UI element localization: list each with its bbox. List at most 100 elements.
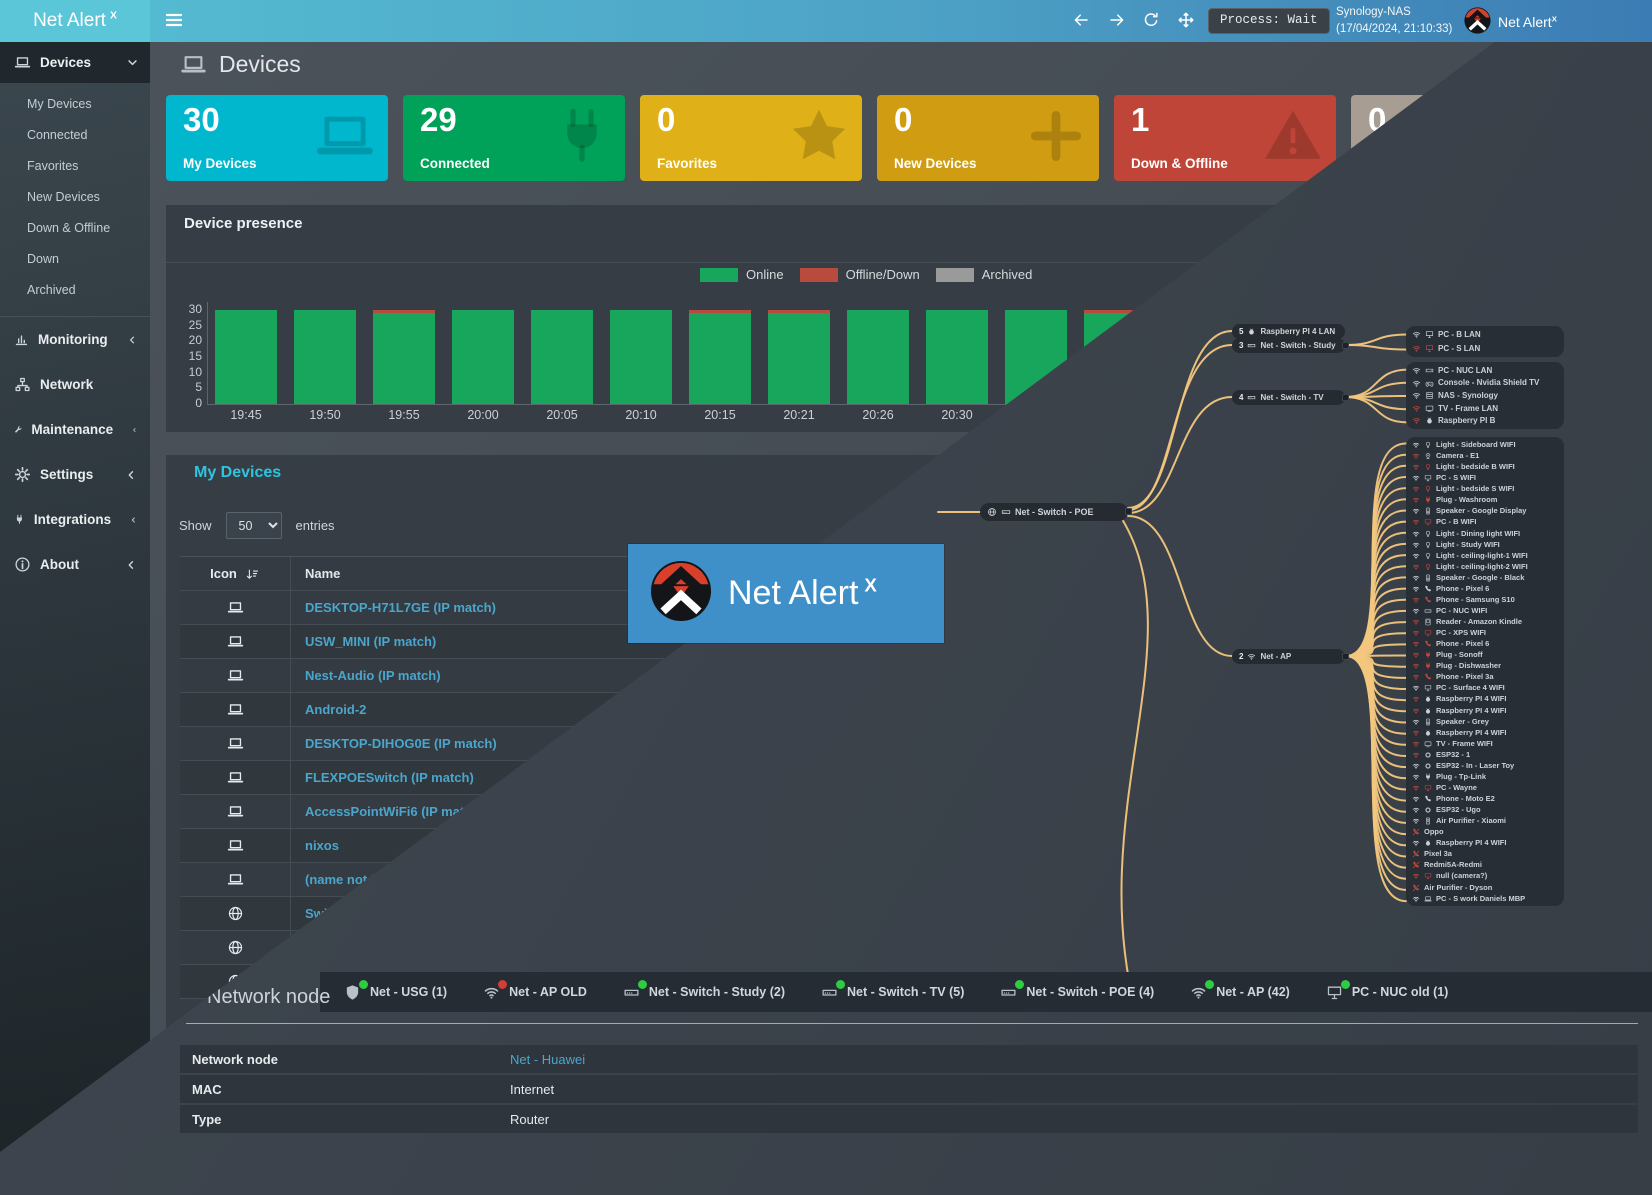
- sidebar-item-archived[interactable]: Archived: [0, 275, 150, 306]
- brand-right: Net AlertX: [1464, 7, 1557, 37]
- sidebar-item-favorites[interactable]: Favorites: [0, 151, 150, 182]
- topology-leaf-raspberry-pi-4-wifi[interactable]: Raspberry PI 4 WIFI: [1412, 728, 1558, 737]
- icon-column-label: Icon: [210, 566, 237, 581]
- topology-leaf-speaker-grey[interactable]: Speaker - Grey: [1412, 717, 1558, 726]
- topology-leaf-tv-frame-wifi[interactable]: TV - Frame WIFI: [1412, 739, 1558, 748]
- sidebar-item-down[interactable]: Down: [0, 244, 150, 275]
- topology-leaf-pc-s-lan[interactable]: PC - S LAN: [1412, 344, 1558, 353]
- summary-card-down-offline[interactable]: 1Down & Offline: [1114, 95, 1336, 181]
- sidebar-section-monitoring[interactable]: Monitoring: [0, 317, 150, 362]
- topology-leaf-phone-pixel-6[interactable]: Phone - Pixel 6: [1412, 639, 1558, 648]
- sidebar-item-my-devices[interactable]: My Devices: [0, 89, 150, 120]
- node-handle[interactable]: [1125, 508, 1132, 515]
- sidebar-section-integrations[interactable]: Integrations: [0, 497, 150, 542]
- network-tab-net-switch-study-2-[interactable]: Net - Switch - Study (2): [623, 984, 785, 1001]
- topology-leaf-raspberry-pi-4-wifi[interactable]: Raspberry PI 4 WIFI: [1412, 838, 1558, 847]
- topology-leaf-pixel-3a[interactable]: Pixel 3a: [1412, 849, 1558, 858]
- topology-leaf-pc-nuc-lan[interactable]: PC - NUC LAN: [1412, 366, 1558, 375]
- topology-leaf-light-ceiling-light-1-wifi[interactable]: Light - ceiling-light-1 WIFI: [1412, 551, 1558, 560]
- topology-node-net-switch-study[interactable]: 3Net - Switch - Study: [1232, 338, 1345, 353]
- topology-leaf-oppo[interactable]: Oppo: [1412, 827, 1558, 836]
- topology-leaf-phone-moto-e2[interactable]: Phone - Moto E2: [1412, 794, 1558, 803]
- pc-icon: [1424, 629, 1432, 637]
- column-header-icon[interactable]: Icon: [180, 557, 291, 590]
- topology-leaf-phone-samsung-s10[interactable]: Phone - Samsung S10: [1412, 595, 1558, 604]
- sidebar-section-settings[interactable]: Settings: [0, 452, 150, 497]
- topology-leaf-phone-pixel-3a[interactable]: Phone - Pixel 3a: [1412, 672, 1558, 681]
- topology-leaf-air-purifier-xiaomi[interactable]: Air Purifier - Xiaomi: [1412, 816, 1558, 825]
- summary-card-favorites[interactable]: 0Favorites: [640, 95, 862, 181]
- sidebar-section-about[interactable]: About: [0, 542, 150, 587]
- sidebar-section-devices[interactable]: Devices: [0, 42, 150, 83]
- page-size-select[interactable]: 50: [226, 512, 282, 539]
- topology-leaf-light-bedside-b-wifi[interactable]: Light - bedside B WIFI: [1412, 462, 1558, 471]
- topology-leaf-plug-dishwasher[interactable]: Plug - Dishwasher: [1412, 661, 1558, 670]
- topology-leaf-reader-amazon-kindle[interactable]: Reader - Amazon Kindle: [1412, 617, 1558, 626]
- network-tab-net-ap-old[interactable]: Net - AP OLD: [483, 984, 587, 1001]
- topology-leaf-pc-b-wifi[interactable]: PC - B WIFI: [1412, 517, 1558, 526]
- move-button[interactable]: [1177, 11, 1195, 29]
- card-value: 0: [657, 101, 675, 139]
- menu-toggle-button[interactable]: [164, 10, 184, 30]
- topology-leaf-pc-wayne[interactable]: PC - Wayne: [1412, 783, 1558, 792]
- topology-node-raspberry-pi-4-lan[interactable]: 5Raspberry PI 4 LAN: [1232, 324, 1345, 339]
- topology-node-net-switch-poe[interactable]: Net - Switch - POE: [980, 503, 1128, 521]
- network-tab-pc-nuc-old-1-[interactable]: PC - NUC old (1): [1326, 984, 1449, 1001]
- summary-card-new-devices[interactable]: 0New Devices: [877, 95, 1099, 181]
- topology-node-net-switch-tv[interactable]: 4Net - Switch - TV: [1232, 390, 1345, 405]
- network-tab-net-ap-42-[interactable]: Net - AP (42): [1190, 984, 1290, 1001]
- topology-leaf-null-camera-[interactable]: null (camera?): [1412, 871, 1558, 880]
- topology-leaf-plug-washroom[interactable]: Plug - Washroom: [1412, 495, 1558, 504]
- sidebar-item-down-offline[interactable]: Down & Offline: [0, 213, 150, 244]
- topology-leaf-pc-surface-4-wifi[interactable]: PC - Surface 4 WIFI: [1412, 683, 1558, 692]
- topology-leaf-console-nvidia-shield-tv[interactable]: Console - Nvidia Shield TV: [1412, 378, 1558, 387]
- topology-leaf-raspberry-pi-4-wifi[interactable]: Raspberry PI 4 WIFI: [1412, 694, 1558, 703]
- arrow-right-button[interactable]: [1108, 11, 1126, 29]
- detail-value-link[interactable]: Net - Huawei: [510, 1052, 585, 1067]
- node-handle[interactable]: [1342, 342, 1349, 349]
- topology-leaf-raspberry-pi-4-wifi[interactable]: Raspberry PI 4 WIFI: [1412, 706, 1558, 715]
- topology-node-net-ap[interactable]: 2Net - AP: [1232, 649, 1345, 664]
- topology-leaf-phone-pixel-6[interactable]: Phone - Pixel 6: [1412, 584, 1558, 593]
- node-handle[interactable]: [1342, 394, 1349, 401]
- leaf-label: Redmi5A-Redmi: [1424, 860, 1482, 869]
- brand-logo[interactable]: Net AlertX: [0, 0, 150, 42]
- summary-card-my-devices[interactable]: 30My Devices: [166, 95, 388, 181]
- topology-leaf-redmi5a-redmi[interactable]: Redmi5A-Redmi: [1412, 860, 1558, 869]
- sidebar-item-new-devices[interactable]: New Devices: [0, 182, 150, 213]
- topology-leaf-pc-nuc-wifi[interactable]: PC - NUC WIFI: [1412, 606, 1558, 615]
- topology-leaf-tv-frame-lan[interactable]: TV - Frame LAN: [1412, 403, 1558, 412]
- network-tab-net-usg-1-[interactable]: Net - USG (1): [344, 984, 447, 1001]
- topology-leaf-raspberry-pi-b[interactable]: Raspberry PI B: [1412, 416, 1558, 425]
- topology-leaf-esp32-ugo[interactable]: ESP32 - Ugo: [1412, 805, 1558, 814]
- node-handle[interactable]: [1342, 653, 1349, 660]
- topology-leaf-light-bedside-s-wifi[interactable]: Light - bedside S WIFI: [1412, 484, 1558, 493]
- network-tab-net-switch-poe-4-[interactable]: Net - Switch - POE (4): [1000, 984, 1154, 1001]
- topology-leaf-esp32-1[interactable]: ESP32 - 1: [1412, 750, 1558, 759]
- topology-leaf-nas-synology[interactable]: NAS - Synology: [1412, 391, 1558, 400]
- refresh-button[interactable]: [1142, 11, 1160, 29]
- topology-leaf-speaker-google-black[interactable]: Speaker - Google - Black: [1412, 573, 1558, 582]
- topology-leaf-light-ceiling-light-2-wifi[interactable]: Light - ceiling-light-2 WIFI: [1412, 562, 1558, 571]
- topology-leaf-camera-e1[interactable]: Camera - E1: [1412, 451, 1558, 460]
- topology-leaf-pc-b-lan[interactable]: PC - B LAN: [1412, 330, 1558, 339]
- topology-leaf-air-purifier-dyson[interactable]: Air Purifier - Dyson: [1412, 883, 1558, 892]
- topology-leaf-light-study-wifi[interactable]: Light - Study WIFI: [1412, 540, 1558, 549]
- summary-card-connected[interactable]: 29Connected: [403, 95, 625, 181]
- x-tick-label: 19:55: [373, 408, 435, 422]
- network-tab-net-switch-tv-5-[interactable]: Net - Switch - TV (5): [821, 984, 964, 1001]
- topology-leaf-pc-s-wifi[interactable]: PC - S WIFI: [1412, 473, 1558, 482]
- arrow-left-button[interactable]: [1072, 11, 1090, 29]
- topology-leaf-plug-sonoff[interactable]: Plug - Sonoff: [1412, 650, 1558, 659]
- topology-leaf-pc-s-work-daniels-mbp[interactable]: PC - S work Daniels MBP: [1412, 894, 1558, 903]
- topology-leaf-pc-xps-wifi[interactable]: PC - XPS WIFI: [1412, 628, 1558, 637]
- topology-leaf-speaker-google-display[interactable]: Speaker - Google Display: [1412, 506, 1558, 515]
- sidebar-section-maintenance[interactable]: Maintenance: [0, 407, 150, 452]
- topology-leaf-esp32-in-laser-toy[interactable]: ESP32 - In - Laser Toy: [1412, 761, 1558, 770]
- sidebar-item-connected[interactable]: Connected: [0, 120, 150, 151]
- topology-leaf-plug-tp-link[interactable]: Plug - Tp-Link: [1412, 772, 1558, 781]
- sidebar-section-network[interactable]: Network: [0, 362, 150, 407]
- topology-leaf-light-sideboard-wifi[interactable]: Light - Sideboard WIFI: [1412, 440, 1558, 449]
- topology-leaf-light-dining-light-wifi[interactable]: Light - Dining light WIFI: [1412, 529, 1558, 538]
- sort-icon[interactable]: [245, 565, 260, 581]
